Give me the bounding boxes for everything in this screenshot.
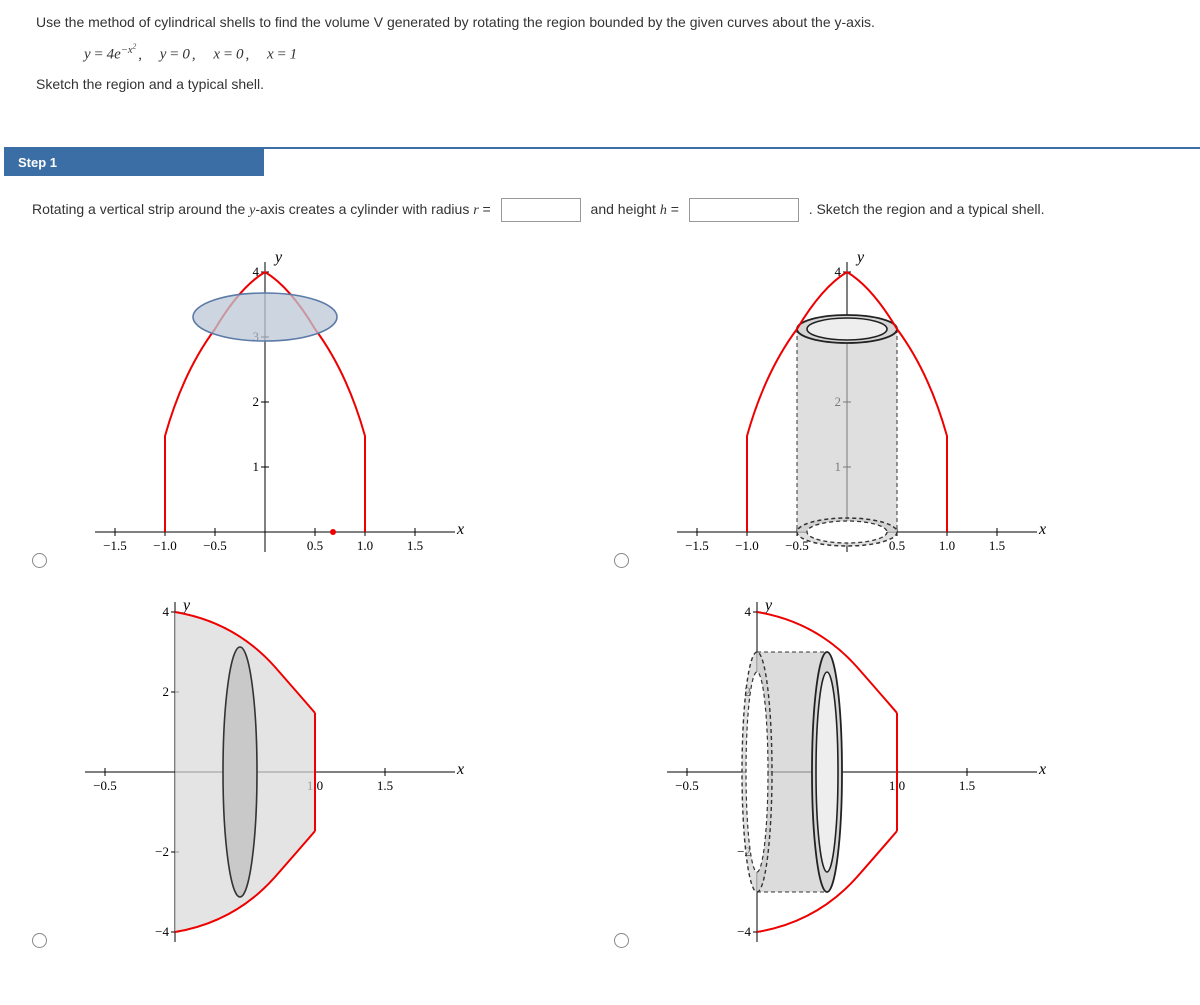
svg-text:0.5: 0.5 xyxy=(307,538,323,553)
svg-text:−0.5: −0.5 xyxy=(675,778,699,793)
graph-a: y x −1.5 −1.0 −0.5 0.5 1.0 1.5 1 2 3 4 xyxy=(65,242,465,572)
svg-text:−0.5: −0.5 xyxy=(785,538,809,553)
radio-d[interactable] xyxy=(614,933,629,948)
svg-text:x: x xyxy=(1038,521,1046,538)
svg-text:y: y xyxy=(855,249,865,266)
problem-intro: Use the method of cylindrical shells to … xyxy=(36,12,1178,33)
svg-text:1.5: 1.5 xyxy=(959,778,975,793)
svg-text:−0.5: −0.5 xyxy=(93,778,117,793)
svg-text:x: x xyxy=(456,521,464,538)
svg-text:−4: −4 xyxy=(737,924,751,939)
problem-equations: y = 4e−x2, y = 0, x = 0, x = 1 xyxy=(84,41,1178,64)
sketch-instruction: Sketch the region and a typical shell. xyxy=(36,74,1178,95)
svg-text:−4: −4 xyxy=(155,924,169,939)
svg-text:−0.5: −0.5 xyxy=(203,538,227,553)
height-input[interactable] xyxy=(689,198,799,222)
svg-text:4: 4 xyxy=(163,604,170,619)
choice-a[interactable]: y x −1.5 −1.0 −0.5 0.5 1.0 1.5 1 2 3 4 xyxy=(32,242,604,572)
svg-text:y: y xyxy=(181,597,191,614)
radius-input[interactable] xyxy=(501,198,581,222)
step-label: Step 1 xyxy=(4,149,264,176)
svg-text:y: y xyxy=(763,597,773,614)
svg-text:x: x xyxy=(456,761,464,778)
graph-b: y x −1.5 −1.0 −0.5 0.5 1.0 1.5 1 2 3 4 xyxy=(647,242,1047,572)
svg-text:0.5: 0.5 xyxy=(889,538,905,553)
step-sentence: Rotating a vertical strip around the y-a… xyxy=(32,198,1186,222)
svg-text:−2: −2 xyxy=(155,844,169,859)
graph-c: y x −0.5 0.5 1.0 1.5 −4 −2 2 4 xyxy=(65,592,465,952)
svg-text:−1.0: −1.0 xyxy=(153,538,177,553)
svg-text:1.5: 1.5 xyxy=(407,538,423,553)
choice-d[interactable]: y x −0.5 0.5 1.0 1.5 −4 −2 2 4 xyxy=(614,592,1186,952)
graph-d: y x −0.5 0.5 1.0 1.5 −4 −2 2 4 xyxy=(647,592,1047,952)
svg-text:1.0: 1.0 xyxy=(357,538,373,553)
svg-text:y: y xyxy=(273,249,283,266)
svg-text:2: 2 xyxy=(163,684,170,699)
svg-text:1.0: 1.0 xyxy=(939,538,955,553)
radio-a[interactable] xyxy=(32,553,47,568)
svg-text:−1.5: −1.5 xyxy=(103,538,127,553)
svg-text:4: 4 xyxy=(745,604,752,619)
svg-text:−1.5: −1.5 xyxy=(685,538,709,553)
choice-c[interactable]: y x −0.5 0.5 1.0 1.5 −4 −2 2 4 xyxy=(32,592,604,952)
choice-b[interactable]: y x −1.5 −1.0 −0.5 0.5 1.0 1.5 1 2 3 4 xyxy=(614,242,1186,572)
svg-text:−1.0: −1.0 xyxy=(735,538,759,553)
svg-text:x: x xyxy=(1038,761,1046,778)
svg-text:2: 2 xyxy=(253,394,260,409)
svg-text:1.5: 1.5 xyxy=(989,538,1005,553)
step-divider: Step 1 xyxy=(4,147,1200,176)
svg-text:1.5: 1.5 xyxy=(377,778,393,793)
radio-c[interactable] xyxy=(32,933,47,948)
svg-text:1: 1 xyxy=(253,459,260,474)
radio-b[interactable] xyxy=(614,553,629,568)
